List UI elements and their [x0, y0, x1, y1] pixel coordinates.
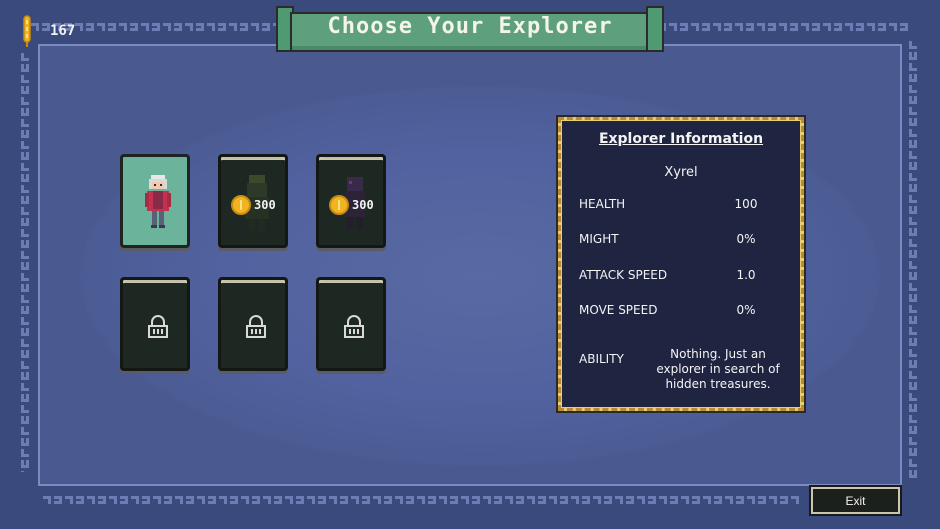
info-title: Explorer Information [598, 131, 764, 147]
ability-label: ABILITY [579, 352, 624, 366]
explorer-card-2[interactable]: 300 [218, 154, 288, 248]
explorer-card-locked-4[interactable] [120, 277, 190, 371]
stat-label-might: MIGHT [579, 232, 619, 246]
stat-label-health: HEALTH [579, 197, 626, 211]
explorer-card-3[interactable]: 300 [316, 154, 386, 248]
exit-button[interactable]: Exit [809, 485, 902, 516]
price-tag: 300 [329, 195, 374, 215]
lock-icon [342, 315, 366, 339]
decorative-border-left [18, 52, 32, 472]
lock-icon [244, 315, 268, 339]
explorer-card-xyrel[interactable] [120, 154, 190, 248]
stat-value-attack-speed: 1.0 [736, 268, 756, 282]
gold-count: 167 [50, 23, 76, 39]
stat-value-health: 100 [734, 197, 758, 211]
explorer-name: Xyrel [664, 165, 698, 180]
coin-icon [231, 195, 251, 215]
coin-icon [329, 195, 349, 215]
ability-description: Nothing. Just an explorer in search of h… [656, 347, 780, 391]
page-title: Choose Your Explorer [327, 14, 613, 39]
stat-value-move-speed: 0% [736, 303, 756, 317]
price-tag: 300 [231, 195, 276, 215]
stat-value-might: 0% [736, 232, 756, 246]
price-value: 300 [352, 198, 374, 212]
decorative-border-bottom [42, 493, 802, 507]
explorer-card-locked-6[interactable] [316, 277, 386, 371]
stat-label-move-speed: MOVE SPEED [579, 303, 658, 317]
decorative-border-right [906, 40, 920, 480]
title-banner: Choose Your Explorer [276, 6, 664, 52]
lock-icon [146, 315, 170, 339]
stat-label-attack-speed: ATTACK SPEED [579, 268, 668, 282]
price-value: 300 [254, 198, 276, 212]
wheat-icon [18, 14, 36, 48]
explorer-card-locked-5[interactable] [218, 277, 288, 371]
explorer-sprite-xyrel [143, 173, 173, 237]
explorer-info-panel: Explorer Information Xyrel HEALTH 100 MI… [556, 115, 806, 413]
